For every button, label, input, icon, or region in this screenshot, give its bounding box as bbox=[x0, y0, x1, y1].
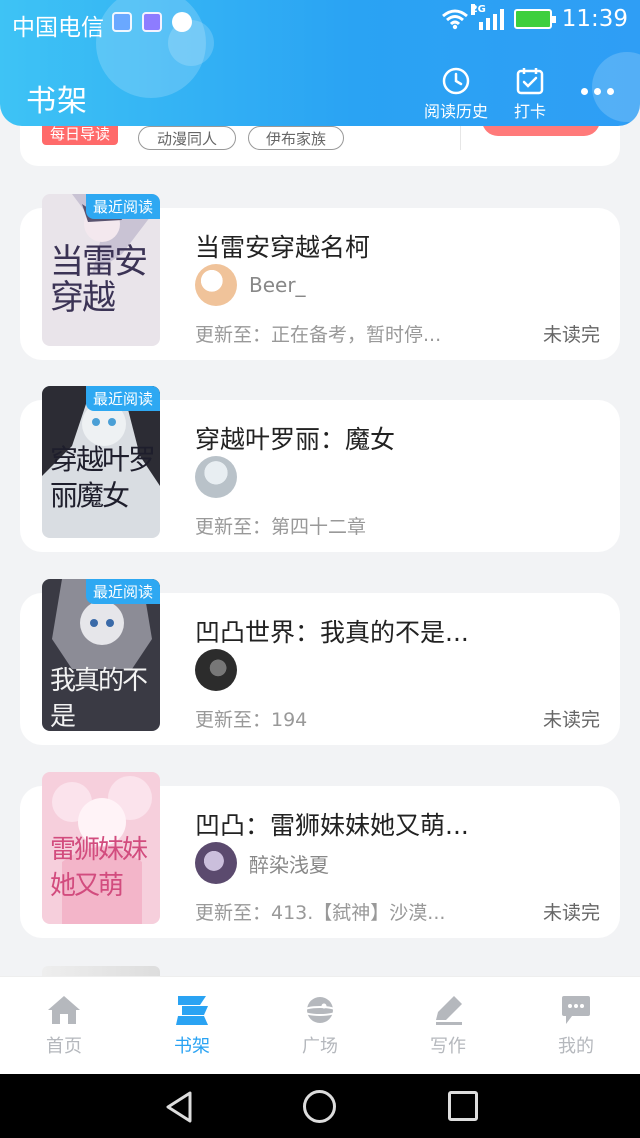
signal-icon: 2G bbox=[470, 4, 504, 30]
recent-read-badge: 最近阅读 bbox=[85, 194, 160, 219]
unread-status: 未读完 bbox=[542, 902, 600, 924]
checkin-label: 打卡 bbox=[514, 102, 547, 121]
tab-label: 写作 bbox=[430, 1035, 466, 1057]
update-text: 更新至：正在备考，暂时停... bbox=[195, 324, 442, 346]
author-avatar[interactable] bbox=[195, 649, 237, 691]
wifi-icon bbox=[441, 9, 468, 30]
tab-square[interactable]: 广场 bbox=[256, 977, 384, 1074]
home-circle-icon[interactable] bbox=[303, 1090, 336, 1123]
tab-profile[interactable]: 我的 bbox=[512, 977, 640, 1074]
clock: 11:39 bbox=[561, 6, 628, 32]
baidu-notification-icon bbox=[172, 12, 192, 32]
more-options-icon[interactable] bbox=[581, 88, 614, 95]
book-cover[interactable]: 当雷安穿越 最近阅读 bbox=[42, 194, 160, 346]
author-avatar[interactable] bbox=[195, 456, 237, 498]
book-cover[interactable]: 穿越叶罗丽魔女 最近阅读 bbox=[42, 386, 160, 538]
tab-write[interactable]: 写作 bbox=[384, 977, 512, 1074]
tab-label: 广场 bbox=[302, 1035, 338, 1057]
carrier-label: 中国电信 bbox=[12, 15, 104, 41]
book-cover[interactable]: 雷狮妹妹她又萌 bbox=[42, 772, 160, 924]
author-name: 醉染浅夏 bbox=[249, 852, 329, 877]
back-icon[interactable] bbox=[164, 1090, 194, 1124]
recent-read-badge: 最近阅读 bbox=[85, 579, 160, 604]
book-title: 凹凸世界：我真的不是... bbox=[195, 618, 469, 647]
clock-icon bbox=[442, 67, 470, 95]
reading-history-button[interactable]: 阅读历史 bbox=[424, 66, 488, 122]
gallery-notification-icon bbox=[112, 12, 132, 32]
battery-icon bbox=[513, 9, 556, 29]
keyboard-notification-icon bbox=[142, 12, 162, 32]
book-card[interactable]: 当雷安穿越 最近阅读 当雷安穿越名柯 Beer_ 更新至：正在备考，暂时停...… bbox=[20, 194, 620, 360]
chat-bubble-icon bbox=[562, 995, 590, 1024]
author-row[interactable] bbox=[195, 456, 249, 498]
tag-chip[interactable]: 伊布家族 bbox=[248, 126, 344, 150]
tag-chip[interactable]: 动漫同人 bbox=[138, 126, 236, 150]
app-header: 中国电信 2G 11:39 书架 阅读历史 打卡 bbox=[0, 0, 640, 126]
cover-title: 我真的不是 bbox=[50, 666, 148, 731]
system-navigation-bar bbox=[0, 1074, 640, 1138]
recent-apps-icon[interactable] bbox=[448, 1091, 478, 1121]
update-text: 更新至：194 bbox=[195, 709, 308, 731]
checkin-button[interactable]: 打卡 bbox=[514, 66, 546, 122]
author-avatar[interactable] bbox=[195, 264, 237, 306]
bookshelf-icon bbox=[176, 995, 208, 1025]
network-type: 2G bbox=[470, 4, 486, 15]
book-card[interactable]: 雷狮妹妹她又萌 凹凸：雷狮妹妹她又萌... 醉染浅夏 更新至：413.【弑神】沙… bbox=[20, 772, 620, 938]
recent-read-badge: 最近阅读 bbox=[85, 386, 160, 411]
pen-icon bbox=[436, 995, 462, 1025]
unread-status: 未读完 bbox=[542, 709, 600, 731]
reading-history-label: 阅读历史 bbox=[424, 102, 489, 121]
home-icon bbox=[48, 995, 80, 1024]
tab-label: 首页 bbox=[46, 1035, 82, 1057]
book-title: 当雷安穿越名柯 bbox=[195, 233, 371, 262]
cover-title: 雷狮妹妹她又萌 bbox=[50, 835, 148, 901]
book-cover[interactable]: 我真的不是 最近阅读 bbox=[42, 579, 160, 731]
status-bar: 中国电信 2G 11:39 bbox=[0, 0, 640, 44]
author-row[interactable] bbox=[195, 649, 249, 691]
bottom-tab-bar: 首页 书架 广场 写作 我的 bbox=[0, 976, 640, 1074]
book-title: 凹凸：雷狮妹妹她又萌... bbox=[195, 811, 469, 840]
author-avatar[interactable] bbox=[195, 842, 237, 884]
cover-title: 穿越叶罗丽魔女 bbox=[50, 443, 156, 512]
book-card[interactable]: 穿越叶罗丽魔女 最近阅读 穿越叶罗丽：魔女 更新至：第四十二章 bbox=[20, 386, 620, 552]
author-row[interactable]: 醉染浅夏 bbox=[195, 842, 329, 884]
divider bbox=[460, 126, 461, 150]
tab-bookshelf[interactable]: 书架 bbox=[128, 977, 256, 1074]
update-text: 更新至：第四十二章 bbox=[195, 516, 367, 538]
cover-title: 当雷安穿越 bbox=[50, 242, 148, 318]
book-card[interactable]: 我真的不是 最近阅读 凹凸世界：我真的不是... 更新至：194 未读完 bbox=[20, 579, 620, 745]
author-row[interactable]: Beer_ bbox=[195, 264, 306, 306]
update-text: 更新至：413.【弑神】沙漠... bbox=[195, 902, 446, 924]
page-title: 书架 bbox=[26, 84, 88, 119]
calendar-check-icon bbox=[516, 68, 544, 95]
book-title: 穿越叶罗丽：魔女 bbox=[195, 425, 396, 454]
tab-label: 书架 bbox=[174, 1035, 210, 1057]
planet-icon bbox=[302, 996, 338, 1023]
tab-home[interactable]: 首页 bbox=[0, 977, 128, 1074]
author-name: Beer_ bbox=[249, 273, 306, 297]
tab-label: 我的 bbox=[558, 1035, 594, 1057]
unread-status: 未读完 bbox=[542, 324, 600, 346]
